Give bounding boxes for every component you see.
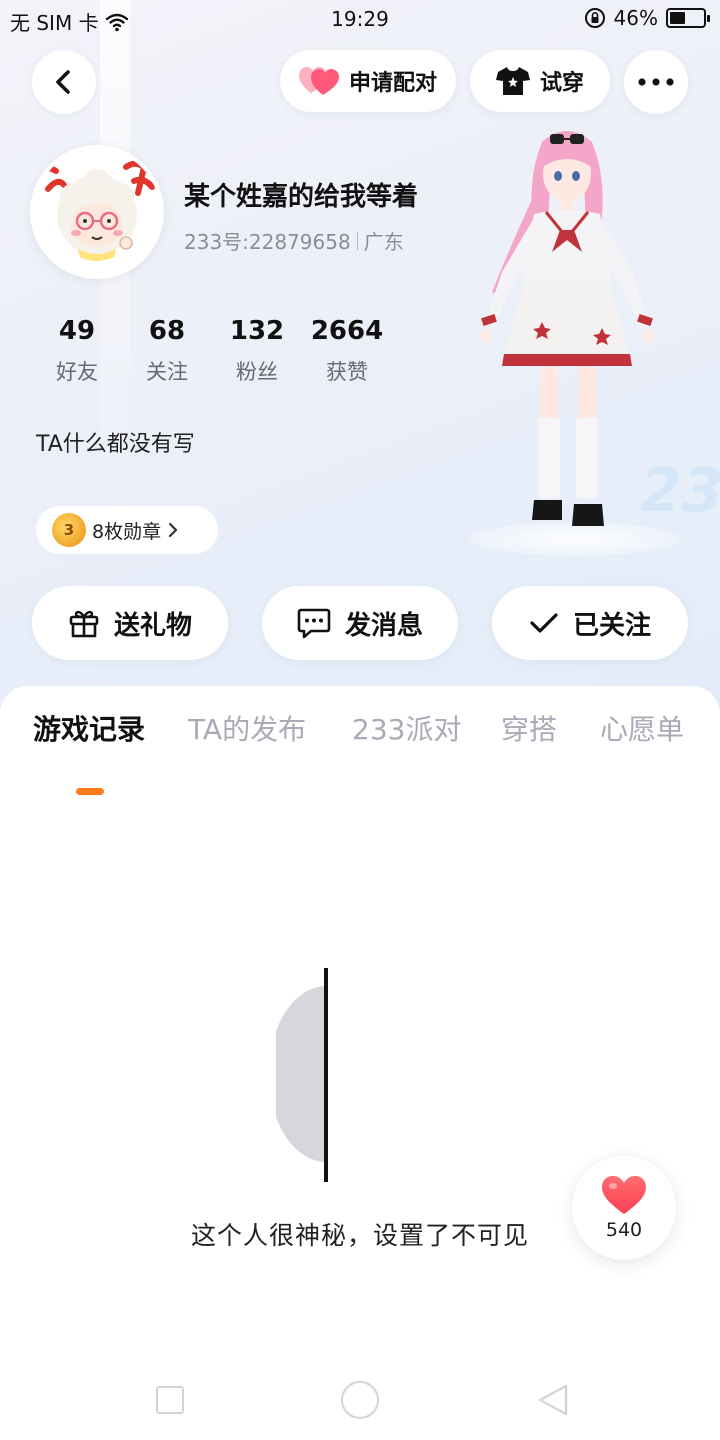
chat-bubble-icon: [297, 608, 331, 639]
request-pair-button[interactable]: 申请配对: [280, 50, 456, 112]
like-button[interactable]: 540: [572, 1156, 676, 1260]
back-button[interactable]: [32, 50, 96, 114]
stat-followers[interactable]: 132 粉丝: [212, 316, 302, 386]
medals-label: 8枚勋章: [92, 520, 162, 543]
stat-value: 2664: [310, 316, 384, 346]
send-message-button[interactable]: 发消息: [262, 586, 458, 660]
rotation-lock-icon: [584, 8, 605, 28]
sheep-avatar-illustration: [34, 149, 160, 275]
medals-button[interactable]: 3 8枚勋章: [36, 506, 218, 554]
heart-icon: [602, 1176, 646, 1214]
tab-posts[interactable]: TA的发布: [188, 708, 306, 748]
user-id: 233号:22879658: [184, 230, 351, 254]
battery-percent: 46%: [613, 6, 658, 30]
send-gift-label: 送礼物: [113, 610, 192, 641]
content-panel: 游戏记录 TA的发布 233派对 穿搭 心愿单 这个人很神秘，设置了不可见: [0, 686, 720, 1440]
empty-state-illustration: [276, 968, 328, 1182]
more-dots-icon: [638, 78, 674, 86]
home-button[interactable]: [341, 1381, 379, 1419]
divider: [356, 231, 358, 250]
recent-apps-button[interactable]: [156, 1386, 184, 1414]
stat-value: 49: [58, 316, 96, 346]
try-on-label: 试穿: [539, 71, 584, 96]
stat-label: 关注: [146, 360, 188, 384]
followed-label: 已关注: [572, 610, 651, 641]
gift-icon: [69, 610, 99, 638]
tab-outfits[interactable]: 穿搭: [501, 708, 557, 748]
stat-label: 获赞: [326, 360, 368, 384]
bio-text: TA什么都没有写: [36, 432, 195, 457]
tab-233-party[interactable]: 233派对: [352, 708, 461, 748]
stat-value: 68: [148, 316, 186, 346]
medal-icon: 3: [52, 513, 86, 547]
region: 广东: [363, 230, 404, 254]
like-count: 540: [605, 1219, 643, 1241]
stat-likes[interactable]: 2664 获赞: [302, 316, 392, 386]
checkmark-icon: [530, 613, 558, 633]
chevron-right-icon: [168, 522, 178, 538]
user-id-row: 233号:22879658 广东: [184, 226, 404, 255]
stats-row: 49 好友 68 关注 132 粉丝 2664 获赞: [32, 316, 392, 386]
double-heart-icon: [298, 67, 339, 95]
system-navigation-bar: [0, 1366, 720, 1440]
stat-label: 好友: [56, 360, 98, 384]
tshirt-icon: [495, 67, 530, 95]
status-bar: 无 SIM 卡 19:29 46%: [0, 0, 720, 38]
send-message-label: 发消息: [344, 610, 423, 641]
try-on-button[interactable]: 试穿: [470, 50, 610, 112]
profile-header-background: 无 SIM 卡 19:29 46% 申请配对 试穿 某个姓嘉的给我等着 233号…: [0, 0, 720, 740]
back-triangle-icon[interactable]: [536, 1382, 572, 1418]
more-button[interactable]: [624, 50, 688, 114]
tab-bar: 游戏记录 TA的发布 233派对 穿搭 心愿单: [0, 708, 720, 795]
avatar[interactable]: [30, 145, 164, 279]
request-pair-label: 申请配对: [348, 71, 437, 96]
send-gift-button[interactable]: 送礼物: [32, 586, 228, 660]
followed-button[interactable]: 已关注: [492, 586, 688, 660]
active-tab-indicator: [76, 788, 104, 795]
medal-number: 3: [63, 521, 75, 539]
battery-icon: [666, 8, 710, 28]
nickname: 某个姓嘉的给我等着: [184, 182, 419, 212]
stat-following[interactable]: 68 关注: [122, 316, 212, 386]
avatar-character-figure[interactable]: [462, 122, 672, 542]
tab-wishlist[interactable]: 心愿单: [600, 708, 684, 748]
battery-level: [670, 12, 685, 24]
stat-value: 132: [229, 316, 285, 346]
stat-friends[interactable]: 49 好友: [32, 316, 122, 386]
status-right: 46%: [584, 6, 710, 30]
chevron-left-icon: [56, 70, 70, 94]
stat-label: 粉丝: [236, 360, 278, 384]
tab-game-records[interactable]: 游戏记录: [33, 708, 145, 748]
